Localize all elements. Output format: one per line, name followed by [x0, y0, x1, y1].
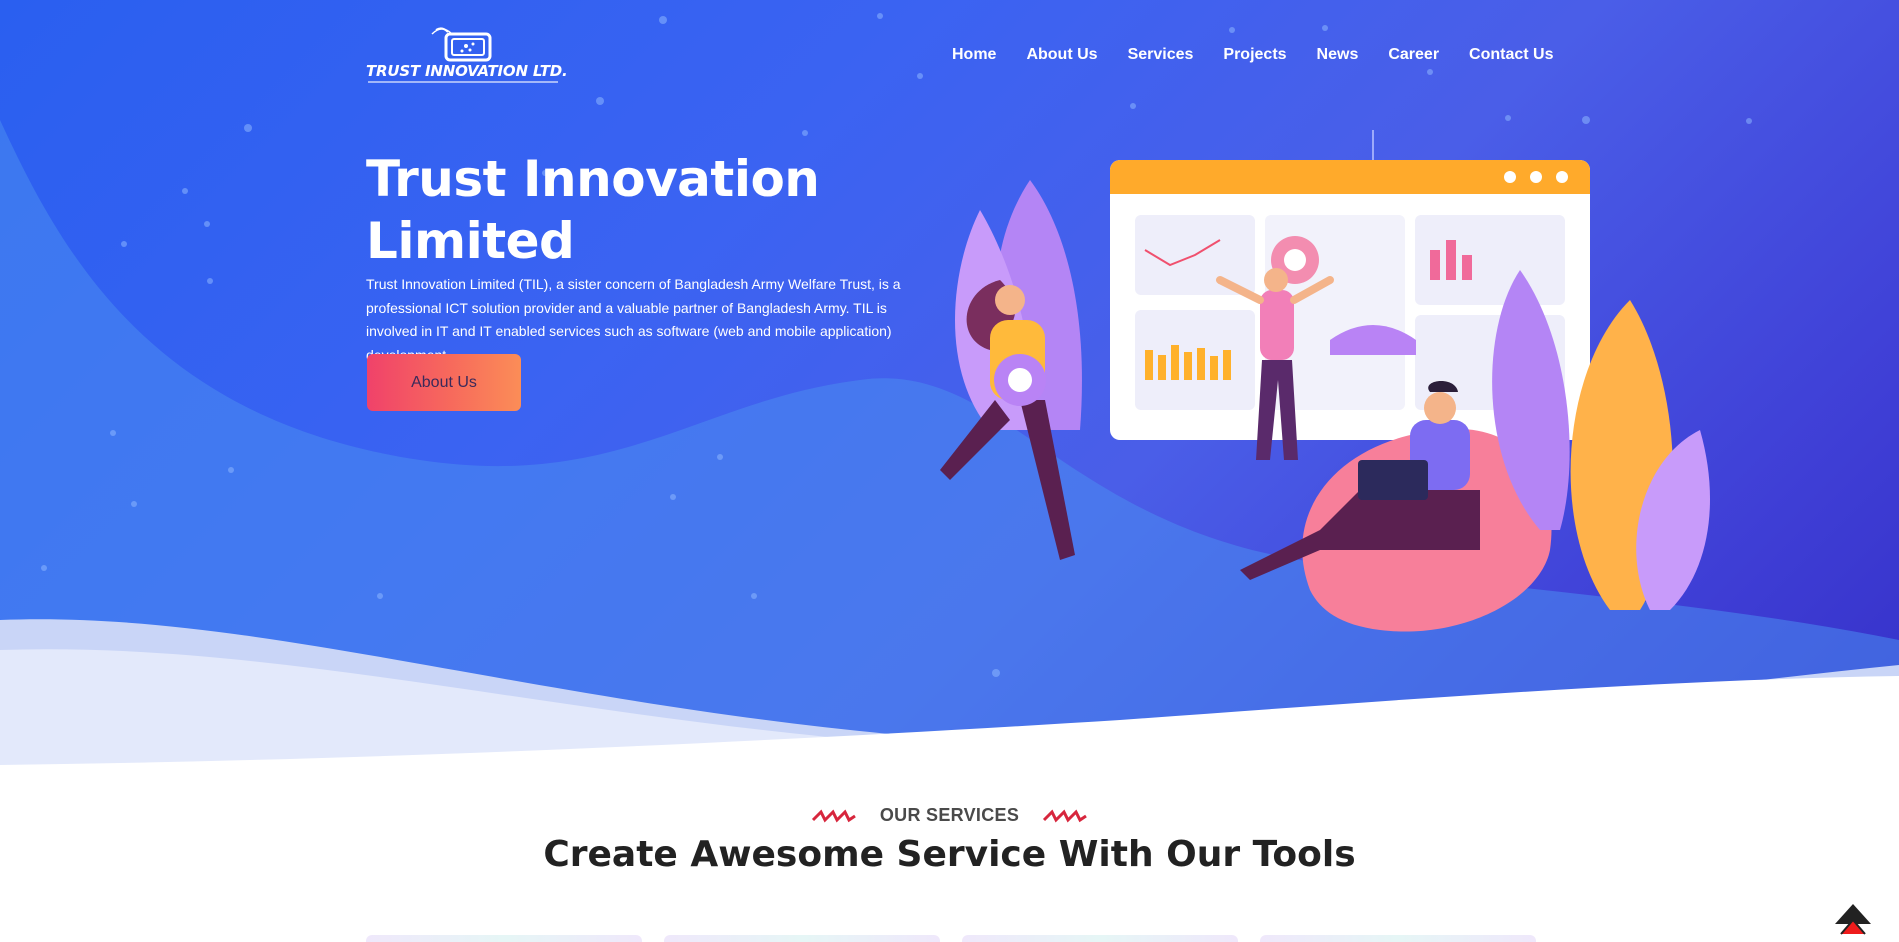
service-card[interactable]	[1260, 935, 1536, 942]
logo-tagline	[368, 81, 558, 83]
logo-text: TRUST INNOVATION LTD.	[366, 62, 568, 80]
nav-about-us[interactable]: About Us	[1026, 46, 1097, 64]
nav-career[interactable]: Career	[1388, 46, 1439, 64]
services-subtitle: OUR SERVICES	[0, 805, 1899, 826]
back-to-top-button[interactable]	[1832, 896, 1874, 936]
service-card[interactable]	[962, 935, 1238, 942]
nav-news[interactable]: News	[1317, 46, 1359, 64]
logo[interactable]: TRUST INNOVATION LTD.	[366, 24, 568, 88]
nav-projects[interactable]: Projects	[1223, 46, 1286, 64]
logo-mark-icon	[431, 27, 492, 62]
nav-contact-us[interactable]: Contact Us	[1469, 46, 1553, 64]
hero-illustration	[940, 130, 1710, 632]
about-us-button[interactable]: About Us	[367, 354, 521, 411]
service-cards	[366, 935, 1542, 942]
hero-description: Trust Innovation Limited (TIL), a sister…	[366, 276, 901, 363]
nav-services[interactable]: Services	[1128, 46, 1194, 64]
service-card[interactable]	[366, 935, 642, 942]
services-subtitle-text: OUR SERVICES	[879, 805, 1020, 825]
service-card[interactable]	[664, 935, 940, 942]
nav-home[interactable]: Home	[952, 46, 996, 64]
services-title: Create Awesome Service With Our Tools	[543, 834, 1356, 875]
hero-section: TRUST INNOVATION LTD. Home About Us Serv…	[0, 0, 1899, 770]
hero-title: Trust Innovation Limited	[366, 150, 820, 270]
zigzag-right-icon	[1043, 809, 1088, 823]
zigzag-left-icon	[811, 809, 856, 823]
arrow-up-icon	[1835, 904, 1871, 935]
main-nav: Home About Us Services Projects News Car…	[952, 46, 1554, 64]
